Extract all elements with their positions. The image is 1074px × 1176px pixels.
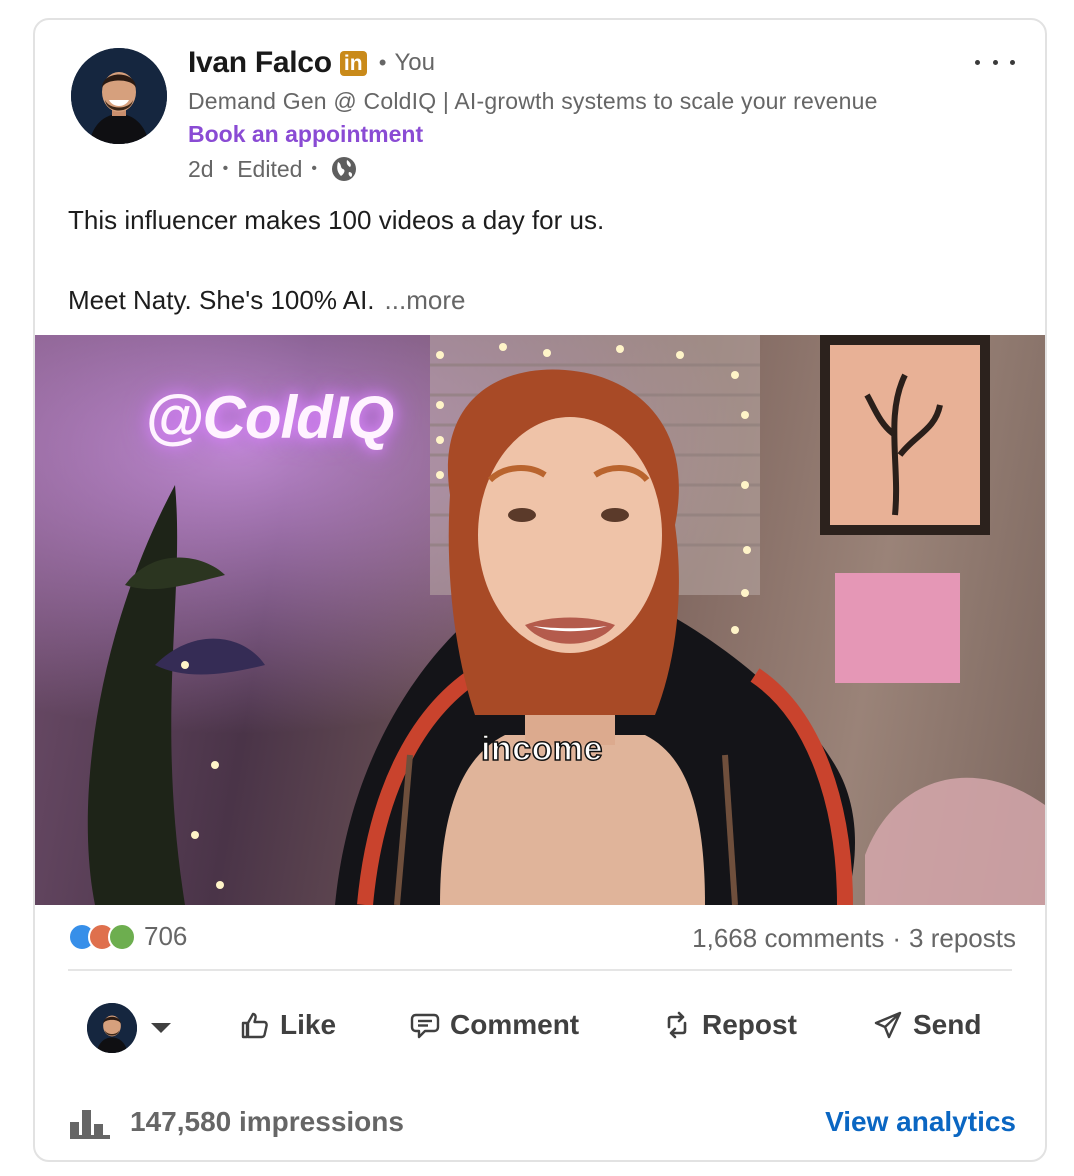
neon-sign-text: @ColdIQ	[145, 384, 394, 451]
dot	[992, 59, 998, 65]
dot	[975, 59, 980, 65]
book-appointment-link[interactable]: Book an appointment	[188, 121, 423, 148]
engagement-counts: 1,668 comments · 3 reposts	[692, 923, 1016, 954]
like-button[interactable]: Like	[240, 1009, 336, 1041]
author-name[interactable]: Ivan Falco	[188, 46, 332, 80]
send-label: Send	[913, 1009, 982, 1040]
author-avatar[interactable]	[71, 48, 167, 144]
comment-button[interactable]: Comment	[410, 1009, 579, 1041]
globe-icon	[332, 157, 357, 181]
comment-icon	[410, 1013, 440, 1039]
separator-dot: •	[311, 160, 318, 177]
avatar-photo	[71, 48, 167, 144]
like-label: Like	[280, 1009, 337, 1040]
celebrate-reaction-icon	[108, 922, 136, 951]
post-text-line: This influencer makes 100 videos a day f…	[68, 205, 605, 235]
actor-avatar-photo	[87, 1003, 137, 1053]
reposts-count-link[interactable]: 3 reposts	[909, 923, 1016, 953]
reaction-count: 706	[144, 921, 188, 951]
impressions-count: 147,580 impressions	[130, 1106, 404, 1137]
video-player[interactable]: @ColdIQ income	[35, 335, 1045, 905]
see-more-link[interactable]: ...more	[385, 285, 466, 315]
chevron-down-icon[interactable]	[151, 1023, 171, 1033]
actor-avatar[interactable]	[87, 1003, 137, 1053]
view-analytics-link[interactable]: View analytics	[825, 1106, 1016, 1138]
repost-label: Repost	[702, 1009, 797, 1040]
divider	[68, 969, 1012, 971]
edited-label: Edited	[237, 155, 303, 182]
comment-label: Comment	[450, 1009, 580, 1040]
more-options-button[interactable]	[975, 54, 1015, 70]
send-icon	[874, 1011, 902, 1039]
post-text-line: Meet Naty. She's 100% AI. ...more	[68, 285, 465, 316]
dot	[1010, 59, 1015, 65]
author-headline: Demand Gen @ ColdIQ | AI-growth systems …	[188, 88, 878, 114]
social-counts: 706 1,668 comments · 3 reposts	[35, 905, 1045, 971]
separator-dot: ·	[892, 923, 902, 953]
post-meta: 2d • Edited •	[188, 155, 358, 183]
action-bar: Like Comment Repost Send	[35, 985, 1045, 1073]
send-button[interactable]: Send	[873, 1009, 981, 1041]
linkedin-premium-icon: in	[339, 50, 367, 76]
author-line: Ivan Falco in • You	[188, 46, 435, 80]
like-icon	[241, 1012, 268, 1039]
comments-count-link[interactable]: 1,668 comments	[692, 923, 884, 953]
video-caption: income	[480, 729, 604, 769]
repost-button[interactable]: Repost	[662, 1009, 797, 1041]
repost-icon	[667, 1011, 687, 1039]
separator-dot: •	[378, 50, 387, 75]
post-card: Ivan Falco in • You Demand Gen @ ColdIQ …	[33, 18, 1047, 1162]
reactions-summary[interactable]: 706	[68, 921, 187, 952]
connection-degree: You	[394, 49, 435, 76]
post-age: 2d	[188, 155, 214, 182]
analytics-footer: 147,580 impressions View analytics	[35, 1090, 1045, 1150]
post-text-line-content: Meet Naty. She's 100% AI.	[68, 285, 375, 315]
impressions-summary: 147,580 impressions	[68, 1104, 404, 1140]
separator-dot: •	[222, 160, 229, 177]
bar-chart-icon	[70, 1110, 110, 1139]
